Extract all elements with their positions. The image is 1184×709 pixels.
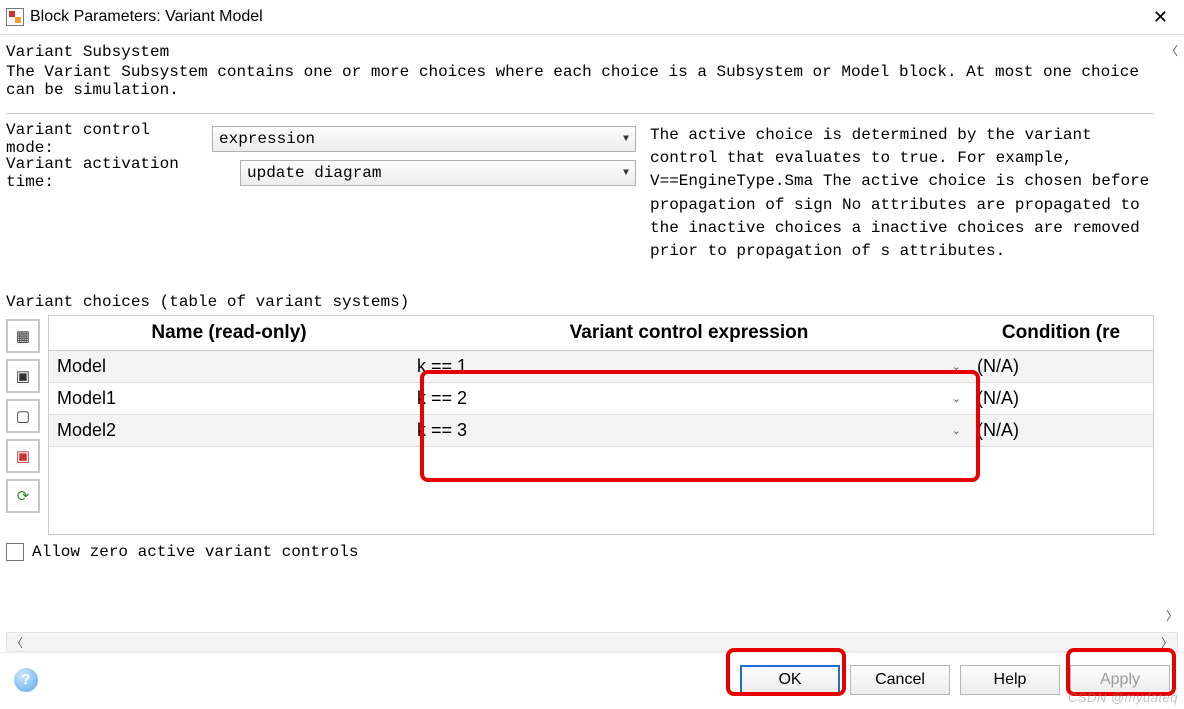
vertical-scrollbar[interactable]: 〈 〉 bbox=[1160, 35, 1184, 630]
edit-choice-button[interactable]: ▣ bbox=[6, 359, 40, 393]
col-cond: Condition (re bbox=[969, 316, 1153, 351]
scroll-left-icon[interactable]: 〈 bbox=[7, 634, 27, 651]
row-name: Model2 bbox=[49, 415, 409, 447]
dialog-footer: ? OK Cancel Help Apply bbox=[0, 652, 1184, 706]
time-label: Variant activation time: bbox=[6, 155, 234, 191]
help-paragraph: The active choice is determined by the v… bbox=[650, 122, 1154, 263]
open-block-button[interactable]: ▣ bbox=[6, 439, 40, 473]
col-name: Name (read-only) bbox=[49, 316, 409, 351]
allow-zero-checkbox[interactable] bbox=[6, 543, 24, 561]
annotation-box bbox=[1066, 648, 1176, 696]
help-icon[interactable]: ? bbox=[14, 668, 38, 692]
col-expr: Variant control expression bbox=[409, 316, 969, 351]
chevron-down-icon: ▼ bbox=[623, 134, 629, 145]
table-toolbar: ▦ ▣ ▢ ▣ ⟳ bbox=[6, 315, 48, 535]
row-name: Model1 bbox=[49, 383, 409, 415]
window-title: Block Parameters: Variant Model bbox=[30, 8, 263, 26]
annotation-box bbox=[420, 370, 980, 482]
horizontal-scrollbar[interactable]: 〈 〉 bbox=[6, 632, 1178, 652]
refresh-button[interactable]: ⟳ bbox=[6, 479, 40, 513]
add-choice-button[interactable]: ▦ bbox=[6, 319, 40, 353]
scroll-up-icon[interactable]: 〈 bbox=[1163, 41, 1181, 59]
main-content: Variant Subsystem The Variant Subsystem … bbox=[0, 35, 1160, 630]
close-icon[interactable]: ✕ bbox=[1143, 3, 1178, 32]
row-name: Model bbox=[49, 351, 409, 383]
row-cond: (N/A) bbox=[969, 415, 1153, 447]
row-cond: (N/A) bbox=[969, 351, 1153, 383]
annotation-box bbox=[726, 648, 846, 696]
time-combo[interactable]: update diagram ▼ bbox=[240, 160, 636, 186]
allow-zero-label: Allow zero active variant controls bbox=[32, 543, 358, 561]
scroll-down-icon[interactable]: 〉 bbox=[1163, 606, 1181, 624]
blank-button[interactable]: ▢ bbox=[6, 399, 40, 433]
cancel-button[interactable]: Cancel bbox=[850, 665, 950, 695]
chevron-down-icon: ▼ bbox=[623, 168, 629, 179]
title-bar: Block Parameters: Variant Model ✕ bbox=[0, 0, 1184, 35]
help-button[interactable]: Help bbox=[960, 665, 1060, 695]
mode-label: Variant control mode: bbox=[6, 121, 206, 157]
time-value: update diagram bbox=[247, 164, 381, 182]
mode-combo[interactable]: expression ▼ bbox=[212, 126, 636, 152]
mode-value: expression bbox=[219, 130, 315, 148]
row-cond: (N/A) bbox=[969, 383, 1153, 415]
group-title: Variant choices (table of variant system… bbox=[6, 293, 1154, 311]
app-icon bbox=[6, 8, 24, 26]
subheading: Variant Subsystem bbox=[0, 35, 1160, 63]
description-text: The Variant Subsystem contains one or mo… bbox=[0, 63, 1160, 109]
